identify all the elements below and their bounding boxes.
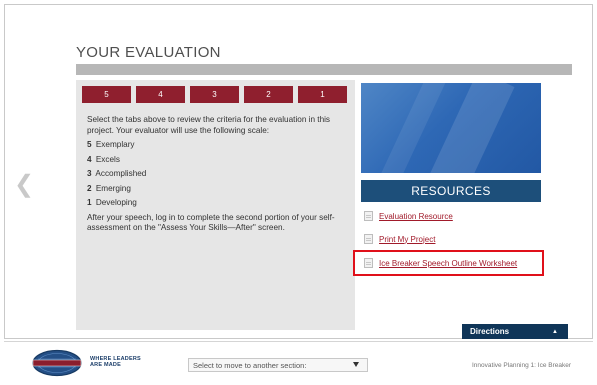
resource-link[interactable]: Print My Project <box>379 235 435 244</box>
scale-item: 1 Developing <box>87 198 349 209</box>
directions-label: Directions <box>470 327 510 336</box>
project-label: Innovative Planning 1: Ice Breaker <box>472 362 572 369</box>
scale-item: 4 Excels <box>87 155 349 166</box>
document-icon <box>364 211 373 221</box>
scale-number: 4 <box>87 154 92 164</box>
title-divider <box>76 64 572 75</box>
hero-image <box>361 83 541 173</box>
scale-item: 5 Exemplary <box>87 140 349 151</box>
scale-tabs: 5 4 3 2 1 <box>82 86 347 103</box>
resource-link[interactable]: Evaluation Resource <box>379 212 453 221</box>
highlight-annotation <box>353 250 544 276</box>
scale-item: 3 Accomplished <box>87 169 349 180</box>
previous-arrow-icon[interactable]: ❮ <box>14 170 34 199</box>
tab-1[interactable]: 1 <box>298 86 347 103</box>
chevron-down-icon <box>353 362 359 367</box>
directions-button[interactable]: Directions ▲ <box>462 324 568 339</box>
scale-label: Developing <box>95 198 137 207</box>
evaluation-after-note: After your speech, log in to complete th… <box>87 212 335 233</box>
scale-label: Exemplary <box>95 140 135 149</box>
scale-number: 3 <box>87 169 92 178</box>
caret-up-icon: ▲ <box>552 328 558 335</box>
scale-item: 2 Emerging <box>87 184 349 195</box>
scale-number: 1 <box>87 198 92 207</box>
scale-number: 5 <box>87 140 92 149</box>
brand-tagline: WHERE LEADERS ARE MADE <box>90 356 141 368</box>
scale-label: Accomplished <box>95 169 147 178</box>
tab-5[interactable]: 5 <box>82 86 131 103</box>
resources-heading: RESOURCES <box>361 180 541 202</box>
tab-2[interactable]: 2 <box>244 86 293 103</box>
scale-label: Emerging <box>95 183 131 193</box>
resource-print-project[interactable]: Print My Project <box>364 234 435 244</box>
section-select[interactable]: Select to move to another section: <box>188 358 368 372</box>
evaluation-intro: Select the tabs above to review the crit… <box>87 115 331 135</box>
tab-4[interactable]: 4 <box>136 86 185 103</box>
document-icon <box>364 234 373 244</box>
tagline-line: ARE MADE <box>90 362 121 368</box>
section-select-placeholder: Select to move to another section: <box>193 360 307 370</box>
page-title: YOUR EVALUATION <box>76 44 221 61</box>
toastmasters-logo <box>32 349 82 377</box>
resource-evaluation[interactable]: Evaluation Resource <box>364 211 453 221</box>
scale-number: 2 <box>87 183 92 193</box>
evaluation-text: Select the tabs above to review the crit… <box>87 115 349 238</box>
scale-label: Excels <box>95 154 120 164</box>
tab-3[interactable]: 3 <box>190 86 239 103</box>
